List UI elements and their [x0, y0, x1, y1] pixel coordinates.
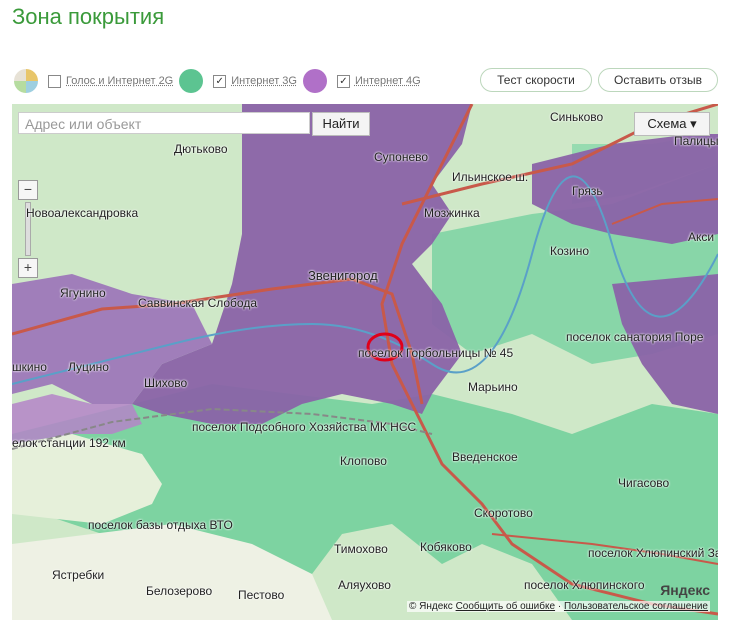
map-layer-icon [14, 69, 38, 93]
place-label: Ильинское ш. [452, 170, 529, 184]
feedback-button[interactable]: Оставить отзыв [598, 68, 718, 92]
place-label: Козино [550, 244, 590, 258]
place-label: Чигасово [618, 476, 670, 490]
legend-label-3g: Интернет 3G [231, 75, 297, 87]
place-label: шкино [12, 360, 47, 374]
place-label: Шихово [144, 376, 188, 390]
place-label: Клопово [340, 454, 387, 468]
coverage-map[interactable]: Адрес или объект Найти Схема ▾ − + Дютьк… [12, 104, 718, 620]
footer-separator: · [557, 601, 562, 612]
legend-item-4g[interactable]: ✓ Интернет 4G [302, 69, 421, 93]
coverage-legend: Голос и Интернет 2G ✓ Интернет 3G ✓ Инте… [14, 68, 427, 94]
place-label: Акси [688, 230, 715, 244]
legend-label-2g: Голос и Интернет 2G [66, 75, 174, 87]
zoom-out-button[interactable]: − [18, 180, 38, 200]
search-input[interactable]: Адрес или объект [18, 112, 310, 134]
place-label: Белозерово [146, 584, 213, 598]
place-label: поселок базы отдыха ВТО [88, 518, 233, 532]
place-label: поселок Хлюпинский За [588, 546, 718, 560]
speed-test-button[interactable]: Тест скорости [480, 68, 592, 92]
place-label: Пестово [238, 588, 285, 602]
place-label: Луцино [68, 360, 109, 374]
page-title: Зона покрытия [12, 4, 165, 29]
place-label: поселок санатория Поре [566, 330, 704, 344]
checkbox-4g[interactable]: ✓ [336, 74, 350, 88]
place-label: Супонево [374, 150, 429, 164]
map-footer: © Яндекс Сообщить об ошибке · Пользовате… [407, 601, 710, 612]
find-button[interactable]: Найти [312, 112, 370, 136]
place-label: Звенигород [308, 268, 378, 283]
place-label: поселок Горбольницы № 45 [358, 346, 514, 360]
checkbox-3g[interactable]: ✓ [213, 74, 227, 88]
yandex-logo: Яндекс [660, 582, 710, 598]
place-label: Скоротово [474, 506, 533, 520]
place-label: Ягунино [60, 286, 106, 300]
checkbox-2g[interactable] [48, 74, 61, 88]
place-label: елок станции 192 км [12, 436, 126, 450]
place-label: Саввинская Слобода [138, 296, 258, 310]
report-error-link[interactable]: Сообщить об ошибке [456, 601, 555, 612]
circle-3g-icon [179, 69, 204, 93]
place-label: Синьково [550, 110, 604, 124]
place-label: Кобяково [420, 540, 472, 554]
place-label: Палицы [674, 134, 718, 148]
place-label: поселок Хлюпинского [524, 578, 645, 592]
place-label: поселок Подсобного Хозяйства МК НСС [192, 420, 417, 434]
place-label: Введенское [452, 450, 518, 464]
zoom-in-button[interactable]: + [18, 258, 38, 278]
place-label: Дютьково [174, 142, 228, 156]
legend-item-3g[interactable]: ✓ Интернет 3G [179, 69, 297, 93]
copyright-text: © Яндекс [409, 601, 453, 612]
place-label: Аляухово [338, 578, 391, 592]
place-label: Тимохово [334, 542, 388, 556]
place-label: Марьино [468, 380, 518, 394]
legend-label-4g: Интернет 4G [354, 75, 421, 87]
user-agreement-link[interactable]: Пользовательское соглашение [564, 601, 708, 612]
circle-4g-icon [302, 69, 327, 93]
map-type-dropdown[interactable]: Схема ▾ [634, 112, 710, 136]
legend-item-2g[interactable]: Голос и Интернет 2G [14, 69, 173, 93]
place-label: Мозжинка [424, 206, 480, 220]
place-label: Новоалександровка [26, 206, 139, 220]
place-label: Ястребки [52, 568, 105, 582]
place-label: Грязь [572, 184, 603, 198]
zoom-control: − + [18, 180, 38, 278]
